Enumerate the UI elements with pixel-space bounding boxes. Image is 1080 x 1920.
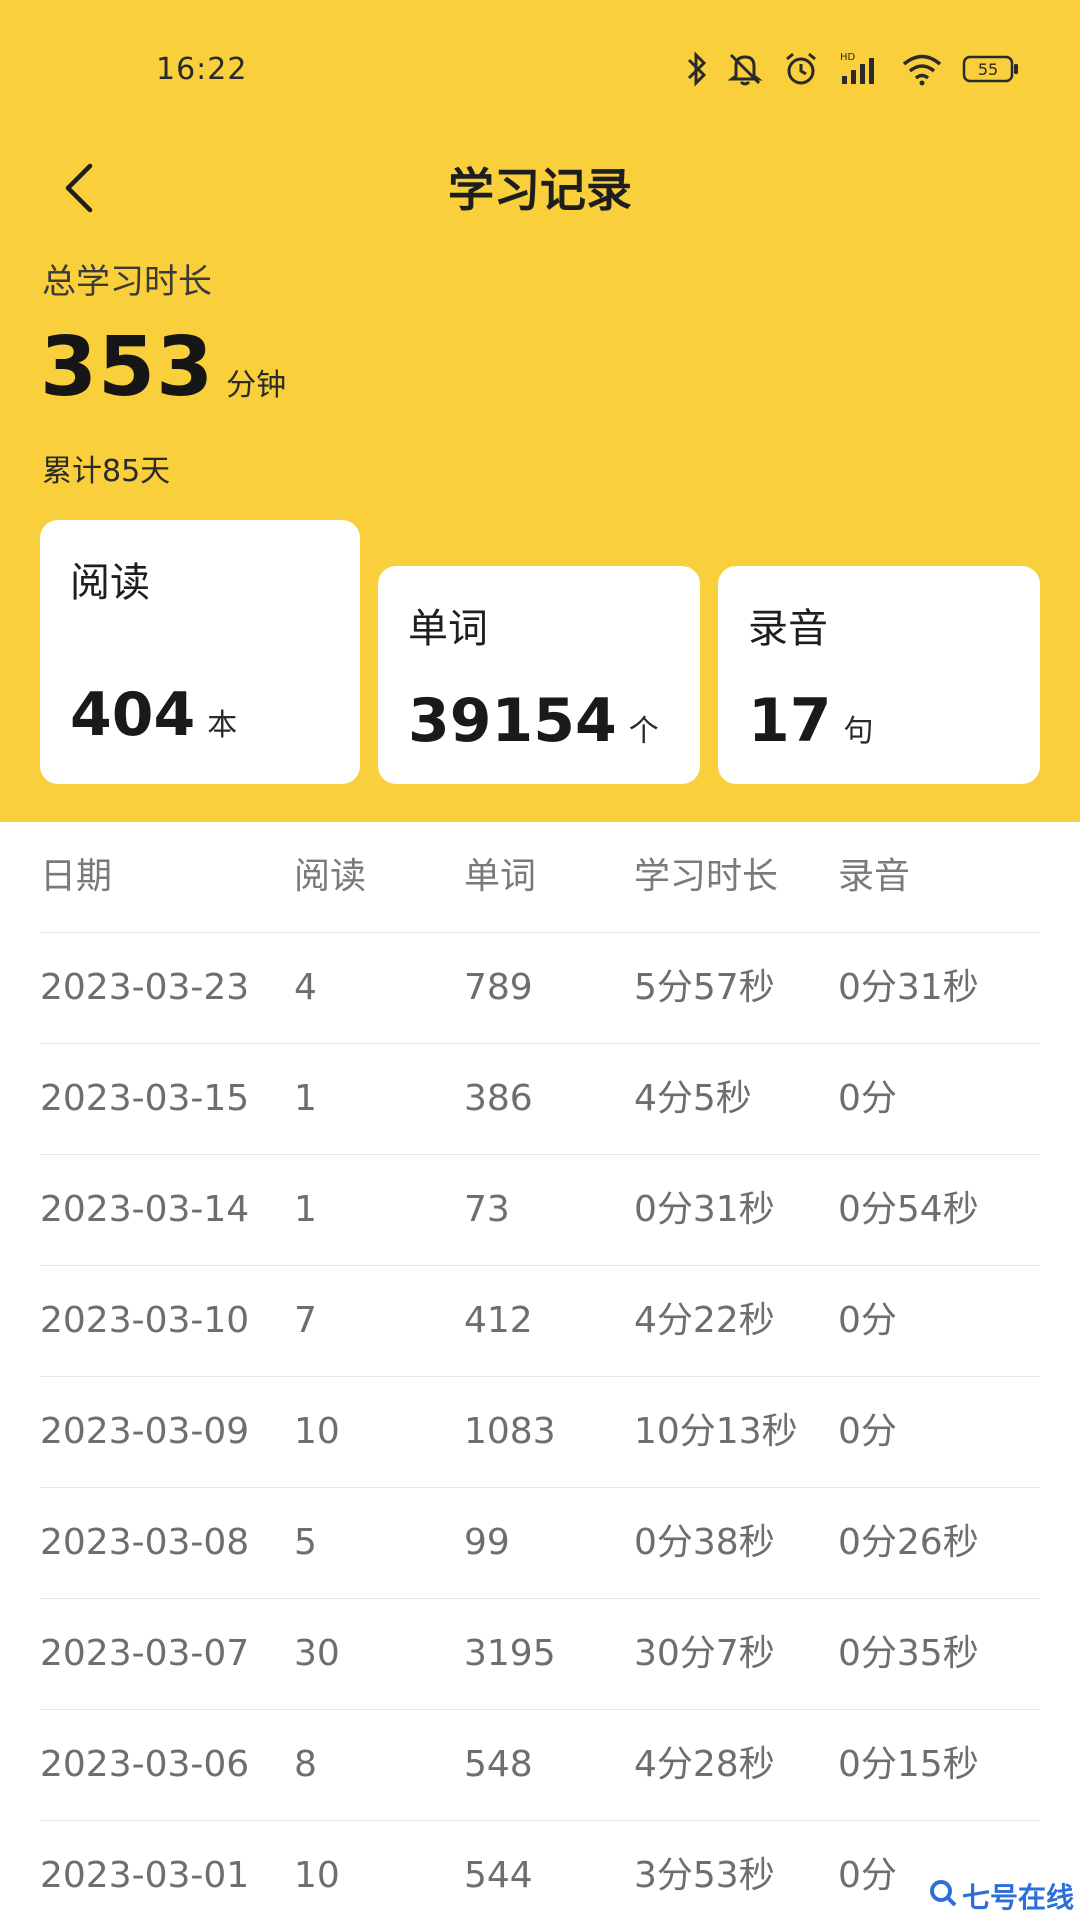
- reading-card-unit: 本: [207, 708, 238, 743]
- watermark-logo-icon: [928, 1878, 958, 1915]
- cumulative-days: 累计85天: [42, 454, 171, 489]
- row-study-time: 3分53秒: [634, 1855, 775, 1896]
- reading-card-stat: 404 本: [70, 680, 237, 750]
- recording-card-title: 录音: [748, 606, 828, 652]
- column-header-recording: 录音: [838, 856, 911, 897]
- row-date: 2023-03-23: [40, 967, 250, 1008]
- row-words: 1083: [464, 1411, 556, 1452]
- page-title: 学习记录: [448, 163, 632, 217]
- wifi-icon: [900, 51, 944, 87]
- status-bar: 16:22 HD 55: [0, 0, 1080, 140]
- row-date: 2023-03-06: [40, 1744, 250, 1785]
- column-header-study-time: 学习时长: [634, 856, 779, 897]
- words-card-stat: 39154 个: [408, 686, 659, 756]
- row-words: 789: [464, 967, 533, 1008]
- row-reading: 1: [294, 1078, 317, 1119]
- table-row[interactable]: 2023-03-10 7 412 4分22秒 0分: [40, 1266, 1040, 1377]
- navigation-bar: 学习记录: [0, 140, 1080, 250]
- row-date: 2023-03-10: [40, 1300, 250, 1341]
- row-study-time: 5分57秒: [634, 967, 775, 1008]
- recording-card-value: 17: [748, 686, 832, 756]
- row-recording: 0分31秒: [838, 967, 979, 1008]
- total-study-time-label: 总学习时长: [42, 262, 212, 302]
- row-recording: 0分54秒: [838, 1189, 979, 1230]
- alarm-icon: [782, 50, 820, 88]
- watermark-text: 七号在线: [961, 1881, 1074, 1914]
- hd-signal-icon: HD: [838, 50, 882, 88]
- battery-icon: 55: [962, 54, 1020, 84]
- total-study-time-value: 353: [40, 320, 215, 415]
- column-header-words: 单词: [464, 856, 537, 897]
- total-study-time-unit: 分钟: [226, 368, 287, 403]
- table-header: 日期 阅读 单词 学习时长 录音: [40, 822, 1040, 933]
- row-reading: 5: [294, 1522, 317, 1563]
- table-row[interactable]: 2023-03-15 1 386 4分5秒 0分: [40, 1044, 1040, 1155]
- svg-text:HD: HD: [840, 52, 856, 63]
- row-date: 2023-03-15: [40, 1078, 250, 1119]
- row-reading: 4: [294, 967, 317, 1008]
- row-study-time: 0分38秒: [634, 1522, 775, 1563]
- recording-card[interactable]: 录音 17 句: [718, 566, 1040, 784]
- row-words: 548: [464, 1744, 533, 1785]
- recording-card-unit: 句: [843, 714, 874, 749]
- row-study-time: 10分13秒: [634, 1411, 798, 1452]
- row-recording: 0分15秒: [838, 1744, 979, 1785]
- row-reading: 10: [294, 1411, 340, 1452]
- battery-level: 55: [978, 60, 998, 79]
- row-recording: 0分35秒: [838, 1633, 979, 1674]
- reading-card-value: 404: [70, 680, 196, 750]
- table-row[interactable]: 2023-03-06 8 548 4分28秒 0分15秒: [40, 1710, 1040, 1821]
- status-time: 16:22: [156, 52, 248, 87]
- row-reading: 10: [294, 1855, 340, 1896]
- row-study-time: 0分31秒: [634, 1189, 775, 1230]
- words-card-title: 单词: [408, 606, 488, 652]
- row-words: 386: [464, 1078, 533, 1119]
- column-header-date: 日期: [40, 856, 113, 897]
- row-words: 3195: [464, 1633, 556, 1674]
- table-row[interactable]: 2023-03-08 5 99 0分38秒 0分26秒: [40, 1488, 1040, 1599]
- reading-card[interactable]: 阅读 404 本: [40, 520, 360, 784]
- table-row[interactable]: 2023-03-23 4 789 5分57秒 0分31秒: [40, 933, 1040, 1044]
- watermark: 七号在线: [923, 1876, 1078, 1916]
- row-reading: 8: [294, 1744, 317, 1785]
- table-row[interactable]: 2023-03-01 10 544 3分53秒 0分: [40, 1821, 1040, 1920]
- row-study-time: 4分5秒: [634, 1078, 752, 1119]
- words-card-unit: 个: [628, 714, 659, 749]
- row-date: 2023-03-08: [40, 1522, 250, 1563]
- table-row[interactable]: 2023-03-07 30 3195 30分7秒 0分35秒: [40, 1599, 1040, 1710]
- row-recording: 0分: [838, 1855, 897, 1896]
- mute-icon: [726, 50, 764, 88]
- row-recording: 0分: [838, 1300, 897, 1341]
- row-recording: 0分26秒: [838, 1522, 979, 1563]
- row-words: 412: [464, 1300, 533, 1341]
- table-row[interactable]: 2023-03-09 10 1083 10分13秒 0分: [40, 1377, 1040, 1488]
- row-reading: 7: [294, 1300, 317, 1341]
- reading-card-title: 阅读: [70, 560, 150, 606]
- table-row[interactable]: 2023-03-14 1 73 0分31秒 0分54秒: [40, 1155, 1040, 1266]
- row-study-time: 4分22秒: [634, 1300, 775, 1341]
- row-recording: 0分: [838, 1411, 897, 1452]
- row-words: 73: [464, 1189, 510, 1230]
- row-date: 2023-03-01: [40, 1855, 250, 1896]
- row-words: 99: [464, 1522, 510, 1563]
- status-icons: HD 55: [686, 48, 1020, 90]
- row-date: 2023-03-07: [40, 1633, 250, 1674]
- row-recording: 0分: [838, 1078, 897, 1119]
- words-card-value: 39154: [408, 686, 617, 756]
- words-card[interactable]: 单词 39154 个: [378, 566, 700, 784]
- recording-card-stat: 17 句: [748, 686, 874, 756]
- column-header-reading: 阅读: [294, 856, 367, 897]
- row-study-time: 30分7秒: [634, 1633, 775, 1674]
- total-study-time: 353 分钟: [40, 320, 286, 415]
- row-date: 2023-03-14: [40, 1189, 250, 1230]
- study-records-table: 日期 阅读 单词 学习时长 录音 2023-03-23 4 789 5分57秒 …: [0, 822, 1080, 1920]
- row-date: 2023-03-09: [40, 1411, 250, 1452]
- row-study-time: 4分28秒: [634, 1744, 775, 1785]
- row-reading: 30: [294, 1633, 340, 1674]
- row-reading: 1: [294, 1189, 317, 1230]
- row-words: 544: [464, 1855, 533, 1896]
- bluetooth-icon: [686, 51, 708, 87]
